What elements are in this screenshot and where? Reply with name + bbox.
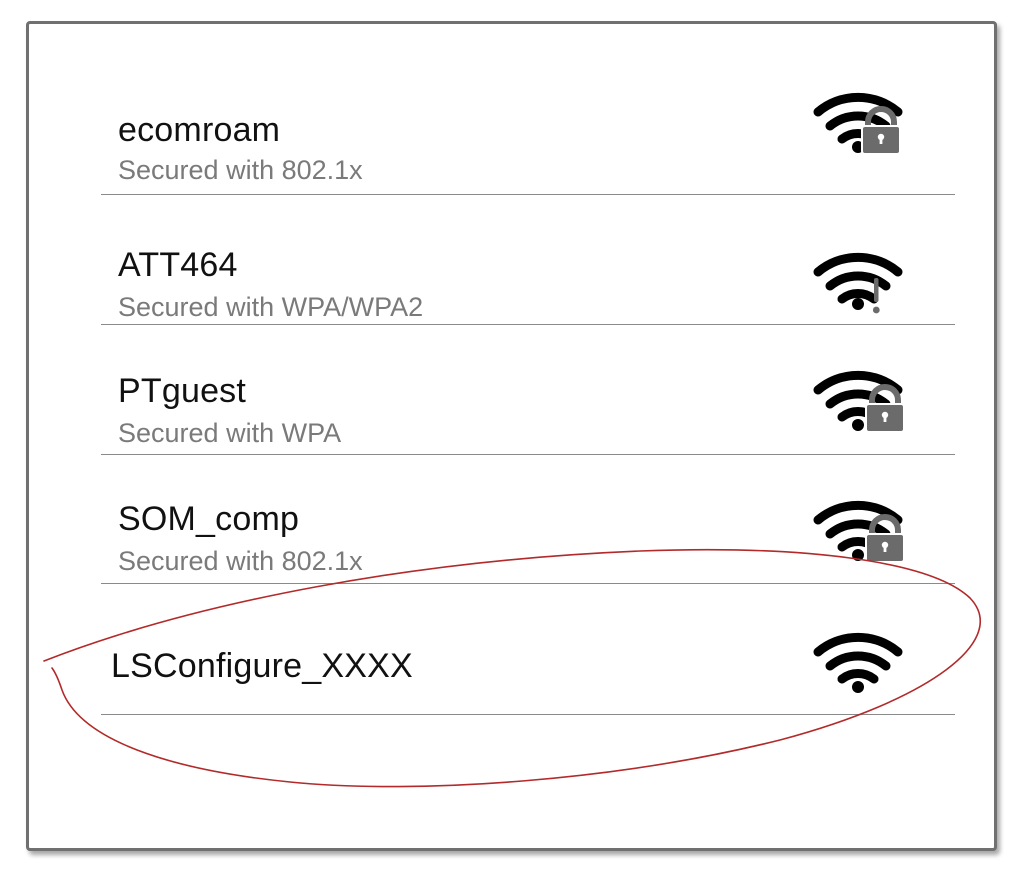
wifi-locked-icon	[813, 92, 903, 155]
network-security: Secured with 802.1x	[118, 546, 363, 576]
network-security: Secured with WPA	[118, 418, 342, 448]
wifi-locked-icon	[813, 500, 905, 563]
network-name: LSConfigure_XXXX	[111, 647, 413, 685]
network-security: Secured with 802.1x	[118, 155, 363, 185]
wifi-open-icon	[813, 632, 903, 693]
lock-icon	[865, 514, 905, 563]
lock-icon	[861, 106, 901, 155]
network-name: ATT464	[118, 246, 238, 284]
network-security: Secured with WPA/WPA2	[118, 292, 424, 322]
network-name: SOM_comp	[118, 500, 300, 538]
network-name: PTguest	[118, 372, 247, 410]
network-name: ecomroam	[118, 111, 281, 149]
wifi-locked-icon	[813, 370, 905, 433]
lock-icon	[865, 384, 905, 433]
wifi-alert-icon	[813, 252, 903, 314]
